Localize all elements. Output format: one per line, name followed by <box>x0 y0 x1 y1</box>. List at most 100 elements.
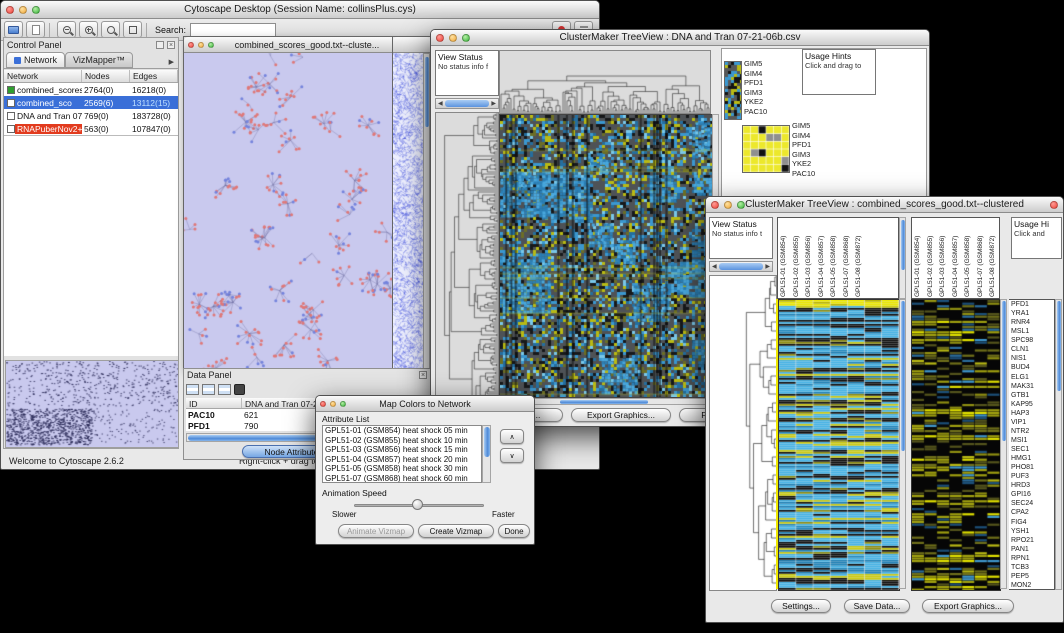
column-label[interactable]: GPL51-05 (GSM858) <box>828 218 841 298</box>
column-label[interactable]: GPL51-04 (GSM857) <box>816 218 829 298</box>
database-icon[interactable] <box>234 384 245 395</box>
close-button[interactable] <box>6 6 14 14</box>
gene-label[interactable]: MSI1 <box>1009 436 1054 445</box>
gene-label[interactable]: PFD1 <box>1009 300 1054 309</box>
minimize-button[interactable] <box>330 401 336 407</box>
column-dendrogram[interactable] <box>499 50 711 114</box>
tree-nav-bar[interactable]: ◀ ▶ <box>435 98 499 109</box>
network-table-icon[interactable] <box>218 384 231 395</box>
gene-label[interactable]: PHO81 <box>1009 463 1054 472</box>
tab-overflow-icon[interactable]: ▶ <box>167 58 176 68</box>
export-graphics-button[interactable]: Export Graphics... <box>571 408 671 422</box>
column-label[interactable]: GPL51-08 (GSM872) <box>987 218 1000 298</box>
column-label[interactable]: GPL51-07 (GSM868) <box>841 218 854 298</box>
gene-label[interactable]: MON2 <box>1009 581 1054 590</box>
minimize-button[interactable] <box>19 6 27 14</box>
column-label[interactable]: GPL51-07 (GSM868) <box>975 218 988 298</box>
heatmap-left-canvas[interactable] <box>778 299 900 591</box>
attribute-list-item[interactable]: GPL51-03 (GSM856) heat shock 15 min <box>323 445 481 455</box>
tree-nav-bar[interactable]: ◀ ▶ <box>709 261 773 272</box>
gene-label[interactable]: RPO21 <box>1009 536 1054 545</box>
close-button[interactable] <box>320 401 326 407</box>
attribute-list-item[interactable]: GPL51-05 (GSM858) heat shock 30 min <box>323 464 481 474</box>
attribute-list-item[interactable]: GPL51-01 (GSM854) heat shock 05 min <box>323 426 481 436</box>
column-label[interactable]: GPL51-02 (GSM855) <box>791 218 804 298</box>
gene-label[interactable]: YRA1 <box>1009 309 1054 318</box>
scrollbar-thumb[interactable] <box>484 427 490 457</box>
network-row[interactable]: combined_scores 2764(0) 16218(0) <box>4 83 178 96</box>
treeview-combined-title-bar[interactable]: ClusterMaker TreeView : combined_scores_… <box>706 197 1063 213</box>
column-label[interactable]: GPL51-01 (GSM854) <box>778 218 791 298</box>
dialog-title-bar[interactable]: Map Colors to Network <box>316 396 534 412</box>
minimize-button[interactable] <box>198 42 204 48</box>
save-data-button[interactable]: Save Data... <box>844 599 910 613</box>
gene-label[interactable]: GIM5 <box>792 121 832 131</box>
correlation-matrix[interactable] <box>742 125 790 173</box>
minimize-button[interactable] <box>724 201 732 209</box>
gene-label[interactable]: GIM3 <box>792 150 832 160</box>
gene-label[interactable]: TCB3 <box>1009 563 1054 572</box>
gene-label[interactable]: PFD1 <box>792 140 832 150</box>
scroll-left-icon[interactable]: ◀ <box>712 263 717 270</box>
gene-label[interactable]: MAK31 <box>1009 382 1054 391</box>
tab-vizmapper[interactable]: VizMapper™ <box>65 52 133 68</box>
gene-label[interactable]: GIM4 <box>792 131 832 141</box>
gene-label[interactable]: PEP5 <box>1009 572 1054 581</box>
gene-label[interactable]: HAP3 <box>1009 409 1054 418</box>
gene-label[interactable]: GIM3 <box>744 88 784 98</box>
column-label[interactable]: GPL51-01 (GSM854) <box>912 218 925 298</box>
scrollbar-thumb[interactable] <box>1057 301 1061 391</box>
heatmap-right-canvas[interactable] <box>911 299 1001 591</box>
vertical-scrollbar[interactable] <box>1000 299 1007 589</box>
attribute-list-item[interactable]: GPL51-04 (GSM857) heat shock 20 min <box>323 455 481 465</box>
network-row[interactable]: DNA and Tran 07 769(0) 183728(0) <box>4 109 178 122</box>
attribute-listbox[interactable]: GPL51-01 (GSM854) heat shock 05 minGPL51… <box>322 425 482 483</box>
gene-label[interactable]: GTB1 <box>1009 391 1054 400</box>
move-up-button[interactable]: ∧ <box>500 429 524 444</box>
import-network-icon[interactable] <box>26 21 45 38</box>
gene-label[interactable]: PAC10 <box>744 107 784 117</box>
scroll-left-icon[interactable]: ◀ <box>438 100 443 107</box>
vertical-scrollbar[interactable] <box>1055 299 1062 590</box>
zoom-fit-icon[interactable] <box>123 21 142 38</box>
scrollbar-thumb[interactable] <box>1002 301 1006 441</box>
scrollbar-thumb[interactable] <box>901 220 905 270</box>
column-label[interactable]: GPL51-03 (GSM856) <box>937 218 950 298</box>
scrollbar-thumb[interactable] <box>901 301 905 451</box>
treeview-dna-title-bar[interactable]: ClusterMaker TreeView : DNA and Tran 07-… <box>431 30 929 46</box>
gene-label[interactable]: BUD4 <box>1009 363 1054 372</box>
network-table-header[interactable]: Network Nodes Edges <box>4 70 178 83</box>
scrollbar-thumb[interactable] <box>425 57 429 127</box>
scrollbar-thumb[interactable] <box>719 263 764 269</box>
close-panel-icon[interactable]: × <box>167 41 175 49</box>
vertical-scrollbar[interactable] <box>899 217 906 299</box>
row-dendrogram[interactable] <box>709 275 777 591</box>
scroll-right-icon[interactable]: ▶ <box>491 100 496 107</box>
gene-strip-heatmap[interactable] <box>724 61 742 120</box>
zoom-button[interactable] <box>340 401 346 407</box>
gene-label[interactable]: GPI16 <box>1009 490 1054 499</box>
tab-network[interactable]: Network <box>6 52 65 68</box>
gene-label[interactable]: NIS1 <box>1009 354 1054 363</box>
move-down-button[interactable]: ∨ <box>500 448 524 463</box>
gene-label[interactable]: PAN1 <box>1009 545 1054 554</box>
gene-label[interactable]: YKE2 <box>744 97 784 107</box>
zoom-out-icon[interactable] <box>57 21 76 38</box>
create-vizmap-button[interactable]: Create Vizmap <box>418 524 494 538</box>
main-title-bar[interactable]: Cytoscape Desktop (Session Name: collins… <box>1 1 599 19</box>
network-overview-thumbnail[interactable] <box>5 360 179 448</box>
minimize-button[interactable] <box>449 34 457 42</box>
vertical-scrollbar[interactable] <box>899 299 906 589</box>
vertical-scrollbar[interactable] <box>423 53 430 371</box>
speed-slider-thumb[interactable] <box>412 499 423 510</box>
network-list-empty-area[interactable] <box>4 135 178 356</box>
gene-label[interactable]: NTR2 <box>1009 427 1054 436</box>
scrollbar-thumb[interactable] <box>445 100 490 106</box>
close-panel-icon[interactable]: × <box>419 371 427 379</box>
gene-label[interactable]: PUF3 <box>1009 472 1054 481</box>
zoom-in-icon[interactable] <box>79 21 98 38</box>
gene-label[interactable]: SEC1 <box>1009 445 1054 454</box>
attribute-list-item[interactable]: GPL51-02 (GSM855) heat shock 10 min <box>323 436 481 446</box>
column-label[interactable]: GPL51-08 (GSM872) <box>853 218 866 298</box>
done-button[interactable]: Done <box>498 524 530 538</box>
